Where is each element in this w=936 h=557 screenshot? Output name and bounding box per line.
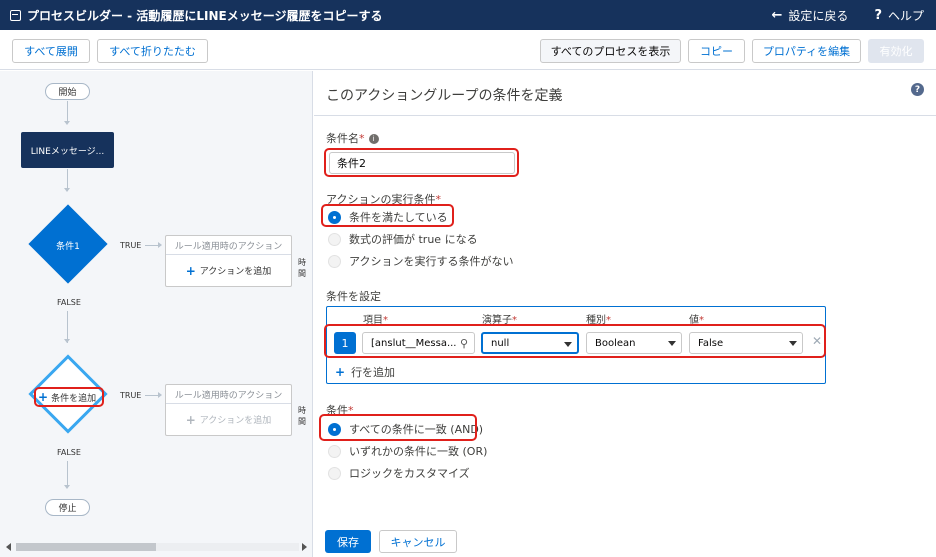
scroll-thumb[interactable] <box>16 543 156 551</box>
back-to-setup-link[interactable]: ← 設定に戻る <box>772 7 849 24</box>
view-all-processes-button[interactable]: すべてのプロセスを表示 <box>540 39 681 63</box>
save-button[interactable]: 保存 <box>325 530 371 553</box>
radio-icon[interactable] <box>328 466 341 480</box>
action-header-2: ルール適用時のアクション <box>166 385 291 404</box>
arrow-down-icon <box>64 485 70 489</box>
expand-all-button[interactable]: すべて展開 <box>12 39 90 63</box>
scheduled-actions-label-1: 時間 <box>298 258 306 278</box>
conditions-table: 項目* 演算子* 種別* 値* 1 [anslut__Messa... ⚲ nu… <box>324 306 826 384</box>
arrow-right-icon <box>158 392 162 398</box>
scroll-right-icon[interactable] <box>302 543 307 551</box>
form-footer: 保存 キャンセル <box>314 524 837 557</box>
app-title: プロセスビルダー - 活動履歴にLINEメッセージ履歴をコピーする <box>27 8 383 23</box>
add-row-button[interactable]: + 行を追加 <box>335 364 395 380</box>
add-action-label-2: アクションを追加 <box>199 416 272 426</box>
highlight-box <box>324 324 826 358</box>
criteria-1-label: 条件1 <box>56 242 80 252</box>
action-header-1: ルール適用時のアクション <box>166 236 291 255</box>
scroll-left-icon[interactable] <box>6 543 11 551</box>
collapse-all-button[interactable]: すべて折りたたむ <box>97 39 208 63</box>
copy-button[interactable]: コピー <box>688 39 745 63</box>
true-label-2: TRUE <box>120 391 142 400</box>
connector <box>67 461 68 487</box>
info-icon[interactable]: i <box>368 134 379 144</box>
radio-icon[interactable] <box>328 232 341 246</box>
option-label: アクションを実行する条件がない <box>349 255 514 268</box>
toolbar: すべて展開 すべて折りたたむ すべてのプロセスを表示 コピー プロパティを編集 … <box>0 30 936 70</box>
criteria-name-label: 条件名* i <box>326 130 379 146</box>
connector <box>67 101 68 123</box>
radio-icon[interactable] <box>328 444 341 458</box>
arrow-left-icon: ← <box>771 7 783 23</box>
arrow-down-icon <box>64 188 70 192</box>
option-label: いずれかの条件に一致 (OR) <box>349 445 488 458</box>
add-row-label: 行を追加 <box>351 366 396 379</box>
connector <box>145 395 159 396</box>
header-actions: ← 設定に戻る ? ヘルプ <box>772 0 924 30</box>
immediate-actions-box-1[interactable]: ルール適用時のアクション + アクションを追加 <box>165 235 292 287</box>
question-icon: ? <box>874 7 882 23</box>
help-link[interactable]: ? ヘルプ <box>874 7 924 24</box>
logic-option-custom[interactable]: ロジックをカスタマイズ <box>328 465 470 481</box>
arrow-down-icon <box>64 121 70 125</box>
scheduled-actions-label-2: 時間 <box>298 406 306 426</box>
plus-icon: + <box>335 365 346 379</box>
set-conditions-label: 条件を設定 <box>326 290 381 303</box>
add-action-label-1: アクションを追加 <box>199 267 272 277</box>
execute-option-no-criteria[interactable]: アクションを実行する条件がない <box>328 253 513 269</box>
logic-option-or[interactable]: いずれかの条件に一致 (OR) <box>328 443 487 459</box>
option-label: 数式の評価が true になる <box>349 233 478 246</box>
highlight-box <box>319 414 477 441</box>
plus-icon: + <box>38 390 49 404</box>
arrow-down-icon <box>64 339 70 343</box>
highlight-box <box>321 204 454 227</box>
add-criteria-label: 条件を追加 <box>51 393 97 404</box>
activate-button[interactable]: 有効化 <box>868 39 924 63</box>
false-label-1: FALSE <box>57 298 81 307</box>
add-action-button-2[interactable]: + アクションを追加 <box>166 404 291 435</box>
canvas-horizontal-scrollbar[interactable] <box>6 541 309 551</box>
back-to-setup-label: 設定に戻る <box>788 8 849 23</box>
true-label-1: TRUE <box>120 241 142 250</box>
add-criteria-button[interactable]: + 条件を追加 <box>38 390 96 404</box>
edit-properties-button[interactable]: プロパティを編集 <box>752 39 861 63</box>
start-node: 開始 <box>45 83 90 100</box>
help-label: ヘルプ <box>887 8 924 23</box>
criteria-form: 条件名* i 条件2 アクションの実行条件* 条件を満たしている 数式の評価が t… <box>314 116 837 524</box>
plus-icon: + <box>185 263 196 278</box>
criteria-panel: このアクショングループの条件を定義 ? 条件名* i 条件2 アクションの実行条件… <box>314 71 936 557</box>
process-canvas: 開始 LINEメッセージ... 条件1 TRUE ルール適用時のアクション + … <box>0 71 313 557</box>
highlight-box <box>324 148 519 177</box>
object-node[interactable]: LINEメッセージ... <box>21 132 114 168</box>
cancel-button[interactable]: キャンセル <box>379 530 457 553</box>
execute-option-formula[interactable]: 数式の評価が true になる <box>328 231 478 247</box>
add-action-button-1[interactable]: + アクションを追加 <box>166 255 291 286</box>
immediate-actions-box-2[interactable]: ルール適用時のアクション + アクションを追加 <box>165 384 292 436</box>
app-header: プロセスビルダー - 活動履歴にLINEメッセージ履歴をコピーする ← 設定に戻… <box>0 0 936 30</box>
option-label: ロジックをカスタマイズ <box>349 467 470 480</box>
connector <box>145 245 159 246</box>
help-icon[interactable]: ? <box>911 83 924 96</box>
panel-title: このアクショングループの条件を定義 <box>326 88 563 104</box>
arrow-right-icon <box>158 242 162 248</box>
stop-node: 停止 <box>45 499 90 516</box>
false-label-2: FALSE <box>57 448 81 457</box>
process-builder-icon <box>10 9 21 21</box>
plus-icon: + <box>185 412 196 427</box>
radio-icon[interactable] <box>328 254 341 268</box>
